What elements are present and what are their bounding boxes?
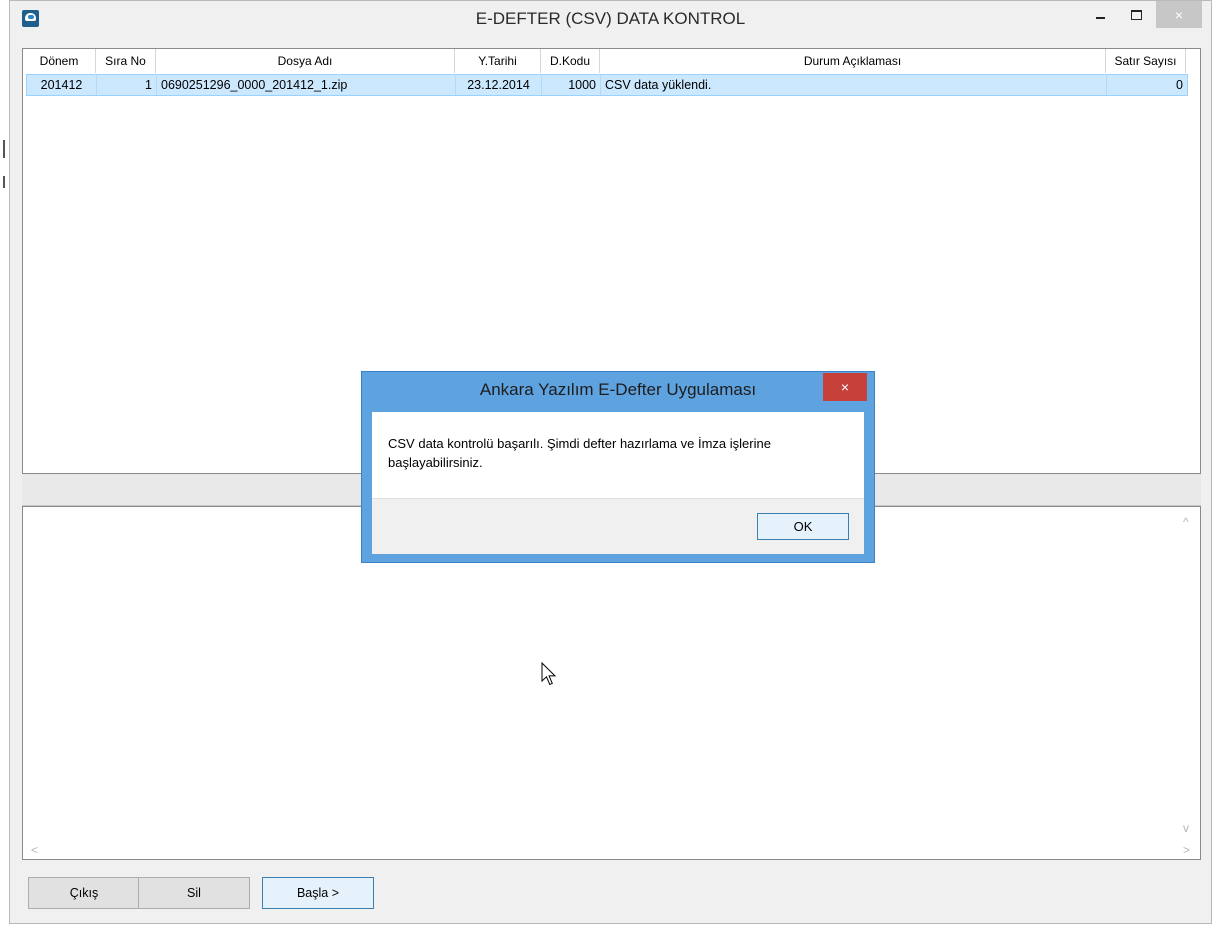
col-header-durum-aciklamasi[interactable]: Durum Açıklaması: [600, 49, 1106, 73]
maximize-icon: [1130, 9, 1142, 20]
grid-header: Dönem Sıra No Dosya Adı Y.Tarihi D.Kodu …: [23, 49, 1186, 73]
cell-donem: 201412: [27, 75, 97, 95]
scroll-left-icon[interactable]: <: [31, 843, 38, 857]
col-header-sira-no[interactable]: Sıra No: [96, 49, 156, 73]
cell-satir-sayisi: 0: [1176, 78, 1183, 92]
col-header-satir-sayisi[interactable]: Satır Sayısı: [1106, 49, 1186, 73]
col-header-donem[interactable]: Dönem: [23, 49, 96, 73]
scroll-down-icon[interactable]: v: [1183, 821, 1189, 835]
col-header-dosya-adi[interactable]: Dosya Adı: [156, 49, 455, 73]
exit-button[interactable]: Çıkış: [28, 877, 140, 909]
background-window-edge: [0, 0, 8, 926]
cell-d-kodu: 1000: [542, 75, 601, 95]
col-header-y-tarihi[interactable]: Y.Tarihi: [455, 49, 541, 73]
close-button[interactable]: ×: [1156, 1, 1202, 28]
cell-sira-no: 1: [97, 75, 157, 95]
dialog-close-button[interactable]: ×: [823, 373, 867, 401]
start-button[interactable]: Başla >: [262, 877, 374, 909]
window-title: E-DEFTER (CSV) DATA KONTROL: [475, 9, 746, 28]
title-bar[interactable]: E-DEFTER (CSV) DATA KONTROL ×: [10, 1, 1211, 37]
delete-button[interactable]: Sil: [138, 877, 250, 909]
message-dialog: Ankara Yazılım E-Defter Uygulaması × CSV…: [361, 371, 875, 563]
dialog-footer: OK: [372, 498, 864, 554]
ok-button[interactable]: OK: [757, 513, 849, 540]
minimize-icon: [1095, 16, 1105, 19]
mouse-pointer-icon: [541, 662, 557, 686]
table-row[interactable]: 201412 1 0690251296_0000_201412_1.zip 23…: [26, 74, 1188, 96]
button-bar: Çıkış Sil Başla >: [22, 866, 1201, 914]
scroll-up-icon[interactable]: ^: [1183, 515, 1189, 529]
cell-y-tarihi: 23.12.2014: [456, 75, 542, 95]
close-icon: ×: [1174, 6, 1184, 23]
cell-durum: CSV data yüklendi.: [601, 75, 1107, 95]
cell-dosya-adi: 0690251296_0000_201412_1.zip: [157, 75, 456, 95]
scroll-right-icon[interactable]: >: [1183, 843, 1190, 857]
dialog-title: Ankara Yazılım E-Defter Uygulaması: [479, 380, 757, 399]
dialog-body: CSV data kontrolü başarılı. Şimdi defter…: [372, 412, 864, 554]
col-header-d-kodu[interactable]: D.Kodu: [541, 49, 600, 73]
maximize-button[interactable]: [1120, 1, 1152, 28]
minimize-button[interactable]: [1084, 1, 1116, 28]
dialog-message: CSV data kontrolü başarılı. Şimdi defter…: [388, 436, 771, 470]
close-icon: ×: [840, 379, 850, 395]
